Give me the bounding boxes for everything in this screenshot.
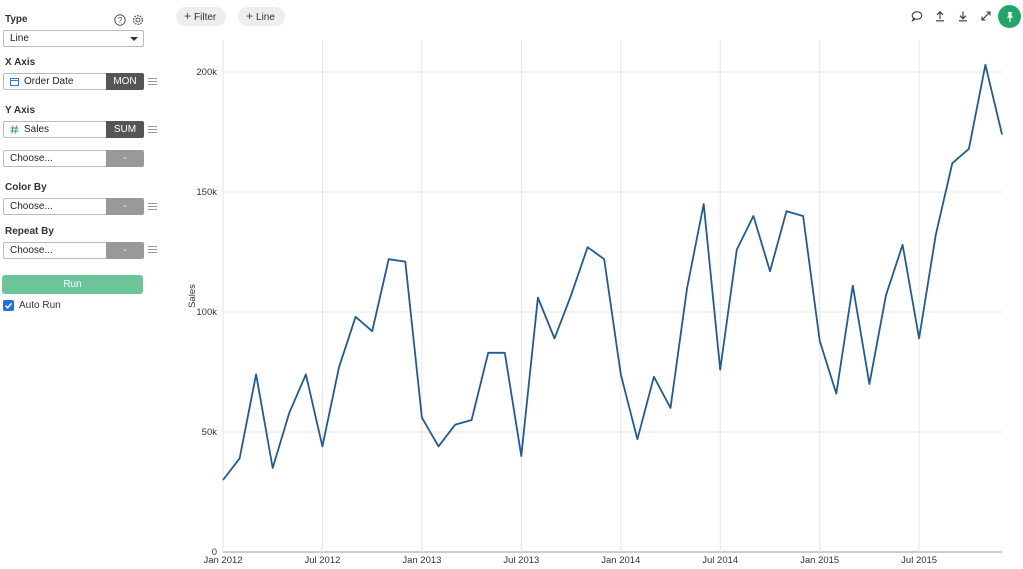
run-button[interactable]: Run (2, 275, 143, 294)
x-axis-label: X Axis (5, 57, 36, 68)
x-axis-field[interactable]: Order Date MON (3, 73, 144, 90)
checkmark-icon (4, 302, 13, 309)
y-axis-label: Y Axis (5, 105, 36, 116)
comment-icon[interactable] (910, 9, 924, 23)
y-axis-aggregation[interactable]: SUM (106, 121, 144, 138)
plus-icon: + (184, 9, 192, 23)
gear-icon[interactable] (131, 13, 145, 27)
add-line-label: Line (256, 12, 275, 23)
color-by-menu-icon[interactable] (148, 203, 157, 210)
auto-run-label: Auto Run (19, 300, 61, 311)
y-axis-extra-field[interactable]: Choose... - (3, 150, 144, 167)
x-tick-label: Jul 2012 (304, 555, 340, 566)
auto-run-toggle[interactable]: Auto Run (3, 300, 61, 311)
color-by-select[interactable]: Choose... (3, 198, 106, 215)
chart-type-select[interactable]: Line (3, 30, 144, 47)
chart-axes: 050k100k150k200kJan 2012 Jul 2012 Jan 2013… (196, 67, 937, 566)
line-chart: 050k100k150k200kJan 2012 Jul 2012 Jan 2013… (187, 40, 1003, 566)
repeat-by-placeholder: Choose... (10, 245, 53, 256)
auto-run-checkbox[interactable] (3, 300, 14, 311)
pin-button[interactable] (998, 5, 1021, 28)
repeat-by-aggregation[interactable]: - (106, 242, 144, 259)
x-tick-label: Jan 2012 (203, 555, 242, 566)
y-axis-extra-aggregation[interactable]: - (106, 150, 144, 167)
chart-config-sidebar: Type ? Line X Axis Order Date MON Y Axis… (0, 0, 165, 569)
upload-icon[interactable] (933, 9, 947, 23)
y-axis-extra-placeholder: Choose... (10, 153, 53, 164)
chevron-down-icon (130, 37, 138, 41)
expand-icon[interactable] (979, 9, 993, 23)
y-axis-column-name: Sales (24, 124, 50, 135)
hash-icon (10, 125, 19, 134)
help-icon[interactable]: ? (113, 13, 127, 27)
x-tick-label: Jan 2013 (402, 555, 441, 566)
repeat-by-select[interactable]: Choose... (3, 242, 106, 259)
x-tick-label: Jul 2013 (503, 555, 539, 566)
svg-text:?: ? (118, 16, 123, 25)
y-axis-field[interactable]: Sales SUM (3, 121, 144, 138)
plus-icon: + (246, 9, 254, 23)
y-axis-extra-select[interactable]: Choose... (3, 150, 106, 167)
add-filter-label: Filter (194, 12, 217, 23)
y-axis-column[interactable]: Sales (3, 121, 106, 138)
y-tick-label: 200k (196, 67, 217, 78)
sales-series-line (222, 63, 1003, 481)
x-tick-label: Jul 2015 (901, 555, 937, 566)
y-tick-label: 50k (202, 427, 218, 438)
y-tick-label: 150k (196, 187, 217, 198)
color-by-placeholder: Choose... (10, 201, 53, 212)
x-tick-label: Jan 2014 (601, 555, 640, 566)
repeat-by-label: Repeat By (5, 226, 54, 237)
x-axis-aggregation[interactable]: MON (106, 73, 144, 90)
add-line-button[interactable]: + Line (238, 7, 285, 26)
calendar-icon (10, 78, 19, 86)
y-axis-menu-icon[interactable] (148, 126, 157, 133)
download-icon[interactable] (956, 9, 970, 23)
y-tick-label: 100k (196, 307, 217, 318)
x-axis-column-name: Order Date (24, 76, 74, 87)
x-tick-label: Jan 2015 (800, 555, 839, 566)
color-by-aggregation[interactable]: - (106, 198, 144, 215)
x-axis-column[interactable]: Order Date (3, 73, 106, 90)
color-by-label: Color By (5, 182, 47, 193)
x-tick-label: Jul 2014 (702, 555, 738, 566)
repeat-by-menu-icon[interactable] (148, 246, 157, 253)
pin-icon (1006, 11, 1013, 22)
type-label: Type (5, 14, 28, 25)
add-filter-button[interactable]: + Filter (176, 7, 227, 26)
chart-type-value: Line (10, 33, 29, 44)
y-axis-title: Sales (187, 284, 198, 308)
x-axis-menu-icon[interactable] (148, 78, 157, 85)
repeat-by-field[interactable]: Choose... - (3, 242, 144, 259)
color-by-field[interactable]: Choose... - (3, 198, 144, 215)
